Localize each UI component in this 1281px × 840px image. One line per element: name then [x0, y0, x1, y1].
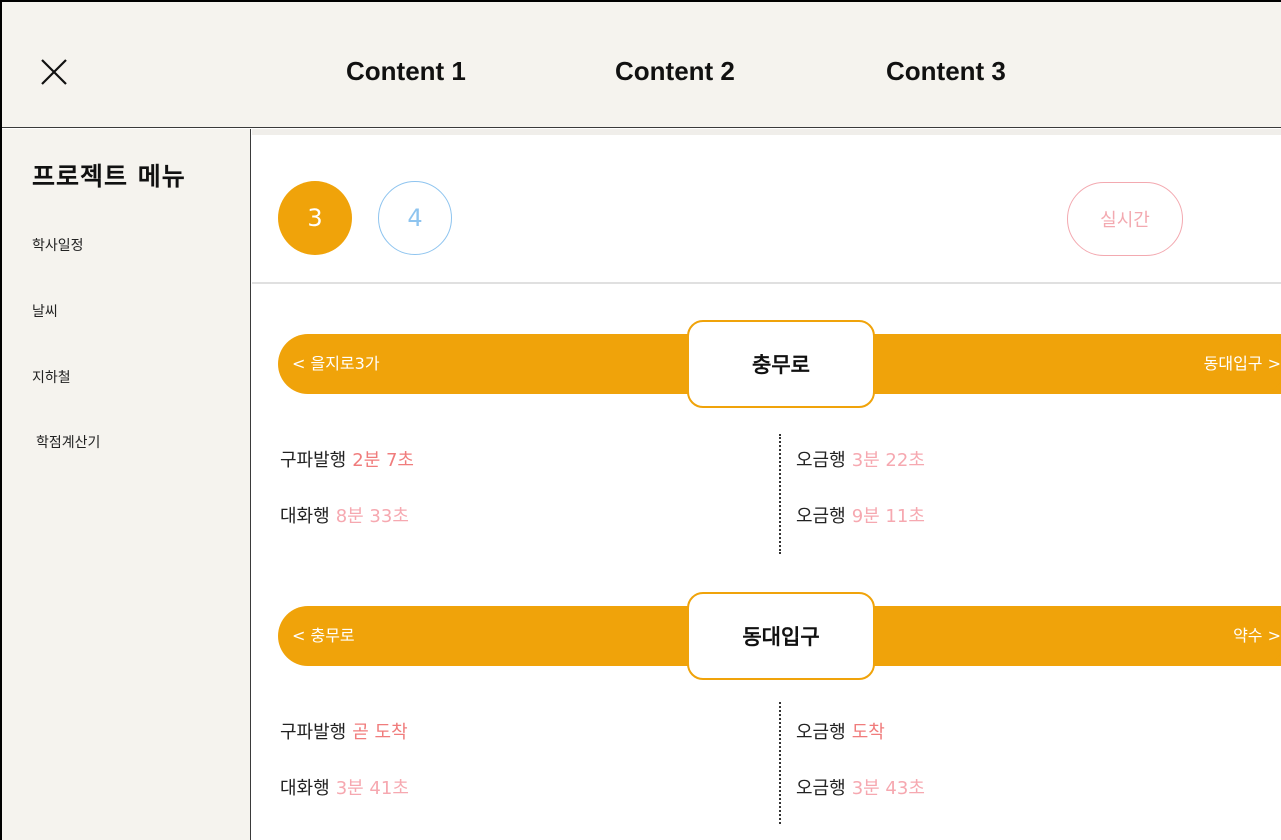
arrival-destination: 오금행 [796, 722, 846, 743]
prev-station-link[interactable]: < 충무로 [292, 606, 355, 666]
realtime-button[interactable]: 실시간 [1067, 182, 1183, 256]
sidebar-item-academic-calendar[interactable]: 학사일정 [32, 235, 84, 255]
arrival-time: 3분 22초 [851, 450, 925, 471]
station-name: 충무로 [687, 320, 875, 408]
sidebar-item-grade-calculator[interactable]: 학점계산기 [36, 432, 100, 452]
arrival-time: 9분 11초 [851, 506, 925, 527]
next-station-link[interactable]: 동대입구 > [1204, 334, 1281, 394]
sidebar: 프로젝트 메뉴 학사일정 날씨 지하철 학점계산기 [2, 129, 251, 840]
top-header: Content 1 Content 2 Content 3 [2, 2, 1281, 128]
arrivals-left: 구파발행 곧 도착 대화행 3분 41초 [280, 718, 409, 830]
sidebar-item-subway[interactable]: 지하철 [32, 367, 71, 387]
arrival-time: 곧 도착 [352, 722, 408, 743]
nav-content-1[interactable]: Content 1 [346, 56, 466, 87]
direction-divider [779, 434, 781, 554]
nav-content-3[interactable]: Content 3 [886, 56, 1006, 87]
line-3-button[interactable]: 3 [278, 181, 352, 255]
arrival-destination: 오금행 [796, 506, 846, 527]
arrival-row: 오금행 3분 43초 [796, 774, 925, 830]
arrival-row: 대화행 8분 33초 [280, 502, 414, 558]
arrival-destination: 구파발행 [280, 722, 347, 743]
arrival-destination: 오금행 [796, 450, 846, 471]
arrival-row: 구파발행 곧 도착 [280, 718, 409, 774]
line-4-button[interactable]: 4 [378, 181, 452, 255]
main-content: 3 4 실시간 < 을지로3가 동대입구 > 충무로 구파발행 2분 7초 대화행… [252, 129, 1281, 840]
direction-divider [779, 702, 781, 824]
arrival-time: 3분 43초 [851, 778, 925, 799]
arrival-row: 오금행 9분 11초 [796, 502, 925, 558]
close-icon [41, 59, 67, 85]
arrival-destination: 대화행 [280, 778, 330, 799]
prev-station-link[interactable]: < 을지로3가 [292, 334, 380, 394]
nav-content-2[interactable]: Content 2 [615, 56, 735, 87]
arrival-time: 8분 33초 [335, 506, 409, 527]
arrival-time: 도착 [851, 722, 885, 743]
arrivals-left: 구파발행 2분 7초 대화행 8분 33초 [280, 446, 414, 558]
sidebar-title: 프로젝트 메뉴 [32, 162, 186, 191]
arrival-row: 구파발행 2분 7초 [280, 446, 414, 502]
line-selector-bar: 3 4 실시간 [252, 129, 1281, 284]
arrivals-right: 오금행 도착 오금행 3분 43초 [796, 718, 925, 830]
arrival-time: 3분 41초 [335, 778, 409, 799]
arrivals-right: 오금행 3분 22초 오금행 9분 11초 [796, 446, 925, 558]
close-button[interactable] [36, 54, 72, 90]
arrival-row: 대화행 3분 41초 [280, 774, 409, 830]
sidebar-item-weather[interactable]: 날씨 [32, 301, 58, 321]
arrival-row: 오금행 도착 [796, 718, 925, 774]
arrival-destination: 대화행 [280, 506, 330, 527]
arrival-destination: 오금행 [796, 778, 846, 799]
arrival-time: 2분 7초 [352, 450, 414, 471]
next-station-link[interactable]: 약수 > [1233, 606, 1281, 666]
station-name: 동대입구 [687, 592, 875, 680]
arrival-row: 오금행 3분 22초 [796, 446, 925, 502]
arrival-destination: 구파발행 [280, 450, 347, 471]
